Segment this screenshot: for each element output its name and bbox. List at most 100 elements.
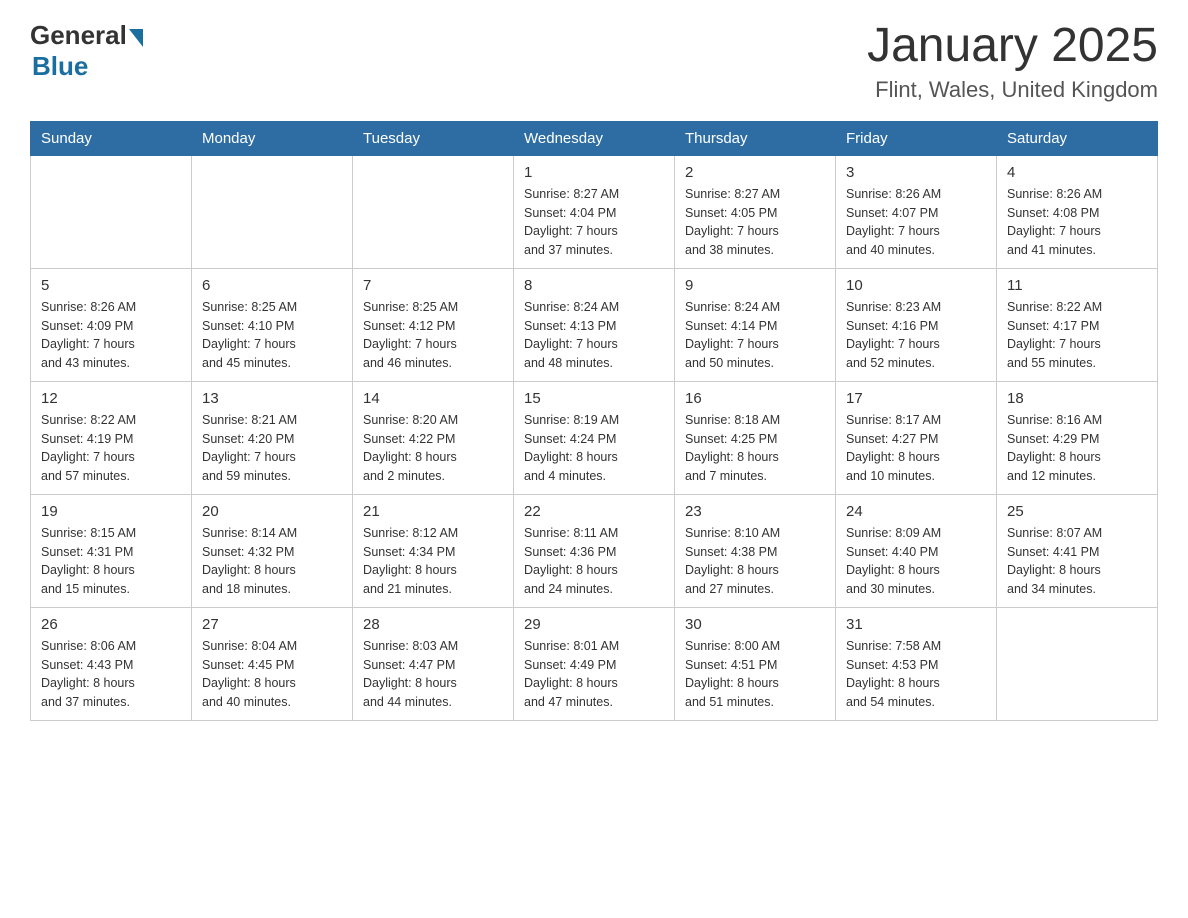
day-number: 26 <box>41 616 181 633</box>
calendar-day-cell: 15Sunrise: 8:19 AM Sunset: 4:24 PM Dayli… <box>514 381 675 494</box>
calendar-day-cell: 31Sunrise: 7:58 AM Sunset: 4:53 PM Dayli… <box>836 607 997 720</box>
day-number: 7 <box>363 277 503 294</box>
calendar-day-cell: 16 Sunrise: 8:18 AM Sunset: 4:25 PM Dayli… <box>675 381 836 494</box>
day-info: Sunrise: 8:26 AM Sunset: 4:07 PM Dayligh… <box>846 185 986 260</box>
day-number: 21 <box>363 503 503 520</box>
calendar-day-cell: 5Sunrise: 8:26 AM Sunset: 4:09 PM Daylig… <box>31 268 192 381</box>
calendar-day-header: Tuesday <box>353 121 514 155</box>
calendar-day-cell: 24 Sunrise: 8:09 AM Sunset: 4:40 PM Dayli… <box>836 494 997 607</box>
calendar-day-cell: 3 Sunrise: 8:26 AM Sunset: 4:07 PM Daylig… <box>836 155 997 268</box>
day-info: Sunrise: 8:27 AM Sunset: 4:05 PM Dayligh… <box>685 185 825 260</box>
day-info: Sunrise: 8:03 AM Sunset: 4:47 PM Dayligh… <box>363 637 503 712</box>
calendar-empty-cell <box>353 155 514 268</box>
day-number: 25 <box>1007 503 1147 520</box>
calendar-day-cell: 4Sunrise: 8:26 AM Sunset: 4:08 PM Daylig… <box>997 155 1158 268</box>
day-info: Sunrise: 8:18 AM Sunset: 4:25 PM Dayligh… <box>685 411 825 486</box>
calendar-week-row: 26 Sunrise: 8:06 AM Sunset: 4:43 PM Dayli… <box>31 607 1158 720</box>
day-number: 12 <box>41 390 181 407</box>
calendar-day-cell: 2 Sunrise: 8:27 AM Sunset: 4:05 PM Daylig… <box>675 155 836 268</box>
calendar-day-cell: 19Sunrise: 8:15 AM Sunset: 4:31 PM Dayli… <box>31 494 192 607</box>
logo-general-text: General <box>30 20 127 51</box>
calendar-day-header: Friday <box>836 121 997 155</box>
calendar-day-cell: 22 Sunrise: 8:11 AM Sunset: 4:36 PM Dayli… <box>514 494 675 607</box>
day-info: Sunrise: 8:16 AM Sunset: 4:29 PM Dayligh… <box>1007 411 1147 486</box>
calendar-day-header: Saturday <box>997 121 1158 155</box>
calendar-day-cell: 11 Sunrise: 8:22 AM Sunset: 4:17 PM Dayli… <box>997 268 1158 381</box>
day-number: 4 <box>1007 164 1147 181</box>
day-number: 18 <box>1007 390 1147 407</box>
calendar-day-cell: 1 Sunrise: 8:27 AM Sunset: 4:04 PM Daylig… <box>514 155 675 268</box>
calendar-title: January 2025 <box>867 20 1158 73</box>
day-number: 30 <box>685 616 825 633</box>
calendar-day-cell: 7Sunrise: 8:25 AM Sunset: 4:12 PM Daylig… <box>353 268 514 381</box>
calendar-day-header: Thursday <box>675 121 836 155</box>
day-number: 27 <box>202 616 342 633</box>
day-info: Sunrise: 8:15 AM Sunset: 4:31 PM Dayligh… <box>41 524 181 599</box>
calendar-day-cell: 30 Sunrise: 8:00 AM Sunset: 4:51 PM Dayli… <box>675 607 836 720</box>
calendar-week-row: 5Sunrise: 8:26 AM Sunset: 4:09 PM Daylig… <box>31 268 1158 381</box>
day-number: 5 <box>41 277 181 294</box>
day-number: 20 <box>202 503 342 520</box>
calendar-empty-cell <box>31 155 192 268</box>
day-number: 2 <box>685 164 825 181</box>
day-info: Sunrise: 8:14 AM Sunset: 4:32 PM Dayligh… <box>202 524 342 599</box>
calendar-day-cell: 29 Sunrise: 8:01 AM Sunset: 4:49 PM Dayli… <box>514 607 675 720</box>
day-number: 1 <box>524 164 664 181</box>
calendar-day-cell: 25Sunrise: 8:07 AM Sunset: 4:41 PM Dayli… <box>997 494 1158 607</box>
day-info: Sunrise: 8:17 AM Sunset: 4:27 PM Dayligh… <box>846 411 986 486</box>
calendar-week-row: 1 Sunrise: 8:27 AM Sunset: 4:04 PM Daylig… <box>31 155 1158 268</box>
day-info: Sunrise: 8:06 AM Sunset: 4:43 PM Dayligh… <box>41 637 181 712</box>
calendar-day-cell: 28 Sunrise: 8:03 AM Sunset: 4:47 PM Dayli… <box>353 607 514 720</box>
day-info: Sunrise: 8:04 AM Sunset: 4:45 PM Dayligh… <box>202 637 342 712</box>
day-number: 22 <box>524 503 664 520</box>
calendar-week-row: 19Sunrise: 8:15 AM Sunset: 4:31 PM Dayli… <box>31 494 1158 607</box>
logo: General Blue <box>30 20 143 82</box>
day-info: Sunrise: 8:25 AM Sunset: 4:10 PM Dayligh… <box>202 298 342 373</box>
day-info: Sunrise: 8:09 AM Sunset: 4:40 PM Dayligh… <box>846 524 986 599</box>
calendar-day-cell: 20 Sunrise: 8:14 AM Sunset: 4:32 PM Dayli… <box>192 494 353 607</box>
day-number: 16 <box>685 390 825 407</box>
calendar-header-row: SundayMondayTuesdayWednesdayThursdayFrid… <box>31 121 1158 155</box>
calendar-day-cell: 13Sunrise: 8:21 AM Sunset: 4:20 PM Dayli… <box>192 381 353 494</box>
calendar-day-cell: 6 Sunrise: 8:25 AM Sunset: 4:10 PM Daylig… <box>192 268 353 381</box>
title-block: January 2025 Flint, Wales, United Kingdo… <box>867 20 1158 103</box>
calendar-subtitle: Flint, Wales, United Kingdom <box>867 77 1158 103</box>
logo-arrow-icon <box>129 29 143 47</box>
day-number: 29 <box>524 616 664 633</box>
logo-blue-text: Blue <box>32 51 88 82</box>
day-number: 17 <box>846 390 986 407</box>
calendar-day-cell: 9Sunrise: 8:24 AM Sunset: 4:14 PM Daylig… <box>675 268 836 381</box>
calendar-week-row: 12 Sunrise: 8:22 AM Sunset: 4:19 PM Dayli… <box>31 381 1158 494</box>
calendar-day-cell: 10Sunrise: 8:23 AM Sunset: 4:16 PM Dayli… <box>836 268 997 381</box>
calendar-day-cell: 26 Sunrise: 8:06 AM Sunset: 4:43 PM Dayli… <box>31 607 192 720</box>
calendar-empty-cell <box>192 155 353 268</box>
day-number: 3 <box>846 164 986 181</box>
calendar-day-cell: 18 Sunrise: 8:16 AM Sunset: 4:29 PM Dayli… <box>997 381 1158 494</box>
calendar-day-cell: 8Sunrise: 8:24 AM Sunset: 4:13 PM Daylig… <box>514 268 675 381</box>
day-info: Sunrise: 8:24 AM Sunset: 4:14 PM Dayligh… <box>685 298 825 373</box>
calendar-day-cell: 23Sunrise: 8:10 AM Sunset: 4:38 PM Dayli… <box>675 494 836 607</box>
day-number: 14 <box>363 390 503 407</box>
day-number: 10 <box>846 277 986 294</box>
calendar-day-cell: 21Sunrise: 8:12 AM Sunset: 4:34 PM Dayli… <box>353 494 514 607</box>
calendar-day-cell: 17 Sunrise: 8:17 AM Sunset: 4:27 PM Dayli… <box>836 381 997 494</box>
day-number: 23 <box>685 503 825 520</box>
calendar-day-header: Monday <box>192 121 353 155</box>
calendar-day-cell: 14Sunrise: 8:20 AM Sunset: 4:22 PM Dayli… <box>353 381 514 494</box>
day-number: 15 <box>524 390 664 407</box>
day-info: Sunrise: 8:22 AM Sunset: 4:17 PM Dayligh… <box>1007 298 1147 373</box>
day-info: Sunrise: 8:00 AM Sunset: 4:51 PM Dayligh… <box>685 637 825 712</box>
calendar-day-cell: 27 Sunrise: 8:04 AM Sunset: 4:45 PM Dayli… <box>192 607 353 720</box>
day-number: 11 <box>1007 277 1147 294</box>
calendar-day-cell: 12 Sunrise: 8:22 AM Sunset: 4:19 PM Dayli… <box>31 381 192 494</box>
day-info: Sunrise: 8:24 AM Sunset: 4:13 PM Dayligh… <box>524 298 664 373</box>
calendar-day-header: Sunday <box>31 121 192 155</box>
day-number: 24 <box>846 503 986 520</box>
day-number: 6 <box>202 277 342 294</box>
day-info: Sunrise: 8:27 AM Sunset: 4:04 PM Dayligh… <box>524 185 664 260</box>
day-number: 28 <box>363 616 503 633</box>
day-info: Sunrise: 8:01 AM Sunset: 4:49 PM Dayligh… <box>524 637 664 712</box>
day-info: Sunrise: 8:11 AM Sunset: 4:36 PM Dayligh… <box>524 524 664 599</box>
day-info: Sunrise: 8:21 AM Sunset: 4:20 PM Dayligh… <box>202 411 342 486</box>
day-info: Sunrise: 8:22 AM Sunset: 4:19 PM Dayligh… <box>41 411 181 486</box>
